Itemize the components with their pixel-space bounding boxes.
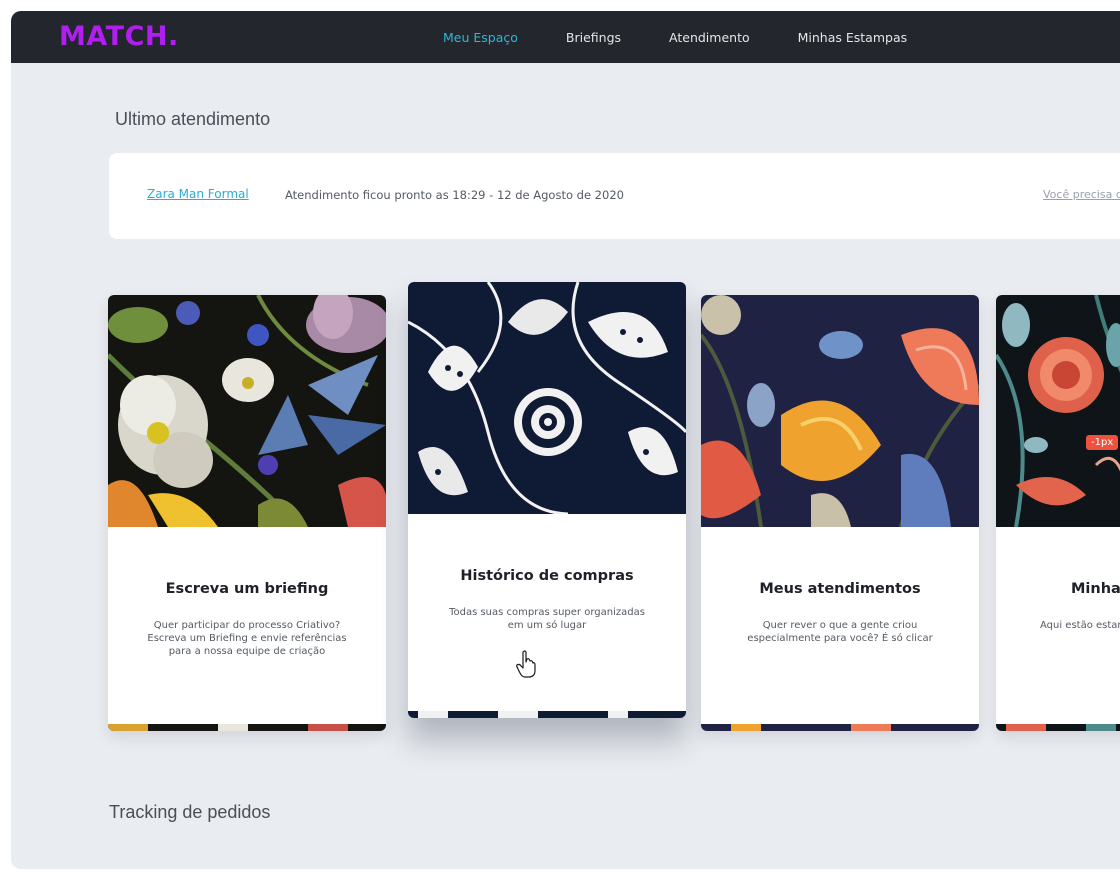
match-logo[interactable]: MATCH. xyxy=(59,21,179,52)
floral-print-strip xyxy=(996,721,1120,731)
floral-print-strip xyxy=(108,721,386,731)
floral-print-image xyxy=(996,295,1120,527)
tracking-heading: Tracking de pedidos xyxy=(109,802,271,822)
batik-print-strip xyxy=(408,708,686,718)
card-title: Histórico de compras xyxy=(460,568,634,584)
card-purchase-history[interactable]: Histórico de compras Todas suas compras … xyxy=(408,282,686,718)
size-badge: -1px xyxy=(1086,435,1119,450)
card-my-services[interactable]: Meus atendimentos Quer rever o que a gen… xyxy=(701,295,979,731)
nav-item-atendimento[interactable]: Atendimento xyxy=(669,30,750,45)
last-service-card: Zara Man Formal Atendimento ficou pronto… xyxy=(109,153,1120,239)
help-link[interactable]: Você precisa d xyxy=(1043,188,1120,201)
card-description: Todas suas compras super organizadas em … xyxy=(449,607,645,631)
nav-item-briefings[interactable]: Briefings xyxy=(566,30,621,45)
app-frame: MATCH. Meu Espaço Briefings Atendimento … xyxy=(11,11,1120,869)
card-write-briefing[interactable]: Escreva um briefing Quer participar do p… xyxy=(108,295,386,731)
main-nav: Meu Espaço Briefings Atendimento Minhas … xyxy=(443,11,955,63)
nav-item-meu-espaco[interactable]: Meu Espaço xyxy=(443,30,518,45)
card-title: Meus atendimentos xyxy=(759,581,921,597)
card-description: Aqui estão estam to xyxy=(1040,620,1120,631)
card-my-prints[interactable]: -1px Minhas Aqui estão estam to xyxy=(996,295,1120,731)
batik-print-image xyxy=(408,282,686,514)
card-title: Escreva um briefing xyxy=(165,581,329,597)
card-description: Quer rever o que a gente criou especialm… xyxy=(747,620,933,644)
floral-print-strip xyxy=(701,721,979,731)
top-navigation-bar: MATCH. Meu Espaço Briefings Atendimento … xyxy=(11,11,1120,63)
last-service-heading: Ultimo atendimento xyxy=(115,109,271,129)
floral-print-image xyxy=(701,295,979,527)
card-title: Minhas xyxy=(1071,581,1120,597)
floral-print-image xyxy=(108,295,386,527)
last-service-name-link[interactable]: Zara Man Formal xyxy=(147,187,249,201)
nav-item-minhas-estampas[interactable]: Minhas Estampas xyxy=(798,30,908,45)
card-description: Quer participar do processo Criativo? Es… xyxy=(147,620,347,657)
last-service-status: Atendimento ficou pronto as 18:29 - 12 d… xyxy=(285,188,624,202)
hand-pointer-icon xyxy=(516,650,536,683)
